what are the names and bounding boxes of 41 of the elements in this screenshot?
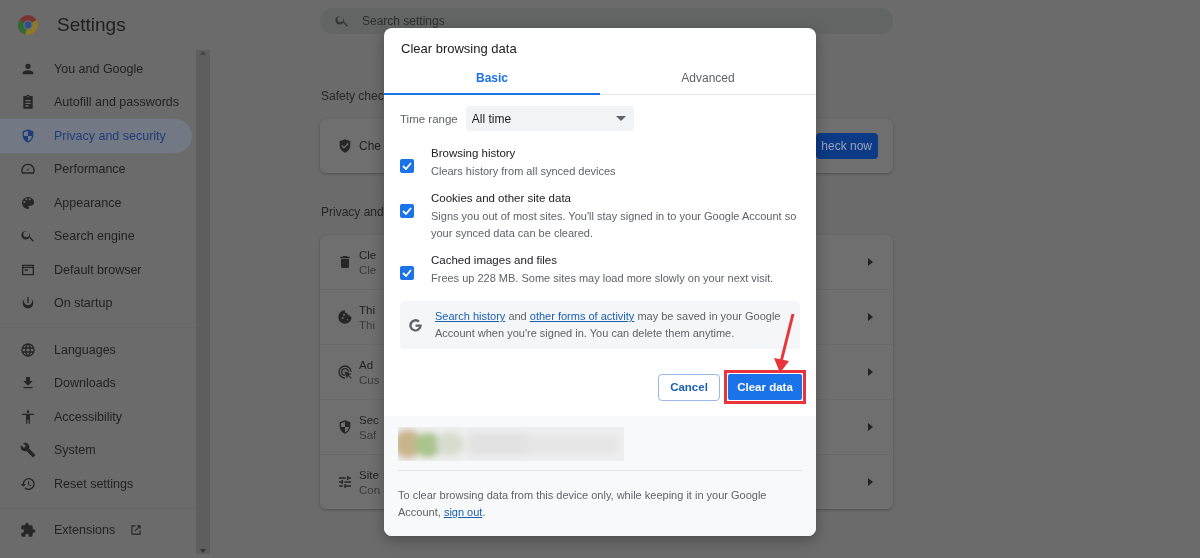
dialog-title: Clear browsing data [400, 40, 518, 58]
time-range-dropdown[interactable]: All time [465, 106, 634, 131]
link[interactable]: other forms of activity [529, 310, 635, 322]
tab[interactable]: Basic [384, 63, 600, 95]
sidebar-item[interactable]: You and Google [0, 52, 192, 86]
option-title: Cached images and files [431, 254, 558, 266]
option-title: Browsing history [431, 147, 517, 159]
sidebar-item[interactable]: System [0, 433, 192, 467]
option-title: Cookies and other site data [431, 192, 572, 204]
row-title: Sec [359, 413, 379, 426]
sidebar-item[interactable]: Appearance [0, 186, 192, 220]
card-text: Che [359, 139, 381, 153]
row-title: Ad [359, 358, 375, 371]
section-heading: Safety chec [321, 89, 384, 105]
page-title: Settings [57, 14, 126, 36]
sidebar-item[interactable]: Downloads [0, 366, 192, 400]
sidebar-item[interactable]: Default browser [0, 253, 192, 287]
option-description: Clears history from all synced devices [431, 164, 617, 179]
info-text: Search history and other forms of activity may be saved in your Google Account when you're signed in. You can delete them anytime. [435, 309, 782, 341]
sidebar-item[interactable]: Performance [0, 152, 192, 186]
sidebar-item[interactable]: On startup [0, 286, 192, 320]
row-title: Cle [359, 248, 377, 261]
sidebar-item[interactable]: Autofill and passwords [0, 85, 192, 119]
row-title: Thi [359, 303, 375, 316]
footer-text: To clear browsing data from this device only, while keeping it in your Google Account, sign out. [398, 470, 802, 521]
sidebar-item[interactable]: Languages [0, 333, 192, 367]
option-description: Frees up 228 MB. Some sites may load more slowly on your next visit. [431, 271, 775, 286]
tab[interactable]: Advanced [600, 63, 816, 95]
option-description: Signs you out of most sites. You'll stay signed in to your Google Account so your synced data can be cleared. [431, 209, 798, 241]
field-label: Time range [400, 112, 458, 125]
check-now-button[interactable]: heck now [816, 133, 878, 159]
link[interactable]: Search history [435, 310, 506, 322]
sidebar-item[interactable]: Reset settings [0, 467, 192, 501]
cancel-button[interactable]: Cancel [658, 373, 720, 401]
sidebar-item[interactable]: Accessibility [0, 400, 192, 434]
sidebar-item[interactable]: Search engine [0, 219, 192, 253]
section-heading: Privacy and [321, 205, 384, 221]
sidebar-item[interactable]: Privacy and security [0, 119, 192, 153]
sidebar-item[interactable]: Extensions [0, 513, 192, 547]
row-title: Site [359, 468, 380, 481]
clear-data-button[interactable]: Clear data [728, 374, 802, 400]
